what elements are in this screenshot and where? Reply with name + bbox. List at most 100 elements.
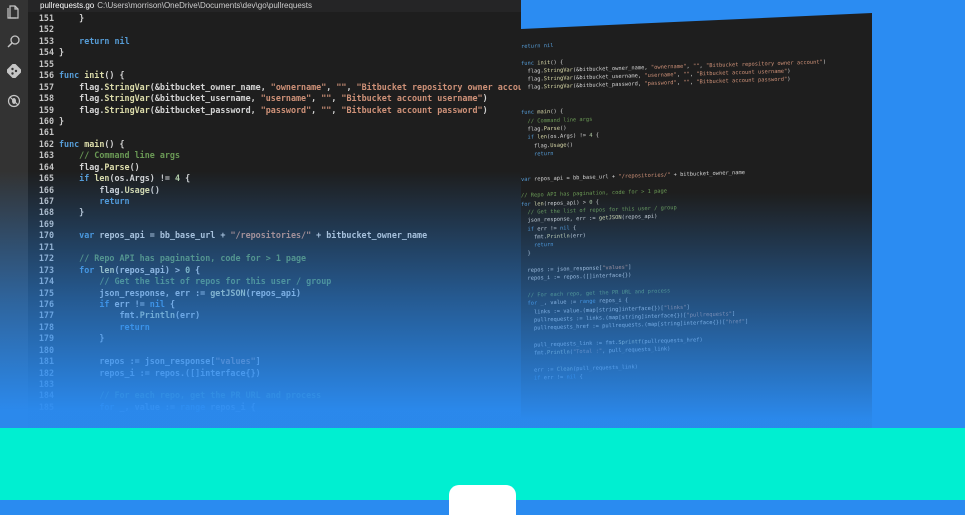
line-number: 171 [38,241,54,252]
code-line: 180 [28,345,521,356]
line-number: 176 [38,298,54,309]
line-text: for _, value := range repos_i { [99,401,256,412]
line-number: 166 [38,184,54,195]
code-line: 163 // Command line args [28,150,521,161]
code-line: 153 return nil [28,36,521,47]
line-number: 151 [38,13,54,23]
code-line: 161 [28,127,521,138]
search-icon[interactable] [6,33,22,49]
line-text: flag.StringVar(&bitbucket_password, "pas… [59,104,488,115]
line-text: if len(os.Args) != 4 { [79,173,191,184]
line-text: // Command line args [79,150,181,161]
line-number: 152 [38,24,54,35]
code-line: 179 } [28,333,521,344]
line-text: repos_i := repos.([]interface{}) [59,367,261,378]
line-text: flag.StringVar(&bitbucket_username, "use… [59,93,488,104]
code-line: 181 repos := json_response["values"] [28,356,521,367]
line-number: 167 [38,196,54,206]
line-text: func init() { [59,70,125,81]
line-text: fmt.Println(err) [59,310,201,321]
code-line: 164 flag.Parse() [28,162,521,173]
code-line: 169 [28,219,521,230]
code-line: 165 if len(os.Args) != 4 { [28,173,521,184]
code-line: 166 flag.Usage() [28,185,521,196]
line-number: 169 [38,218,54,229]
line-number: 165 [38,173,54,184]
line-text: return [99,196,130,206]
line-text: } [59,333,105,344]
line-text: flag.Usage() [59,184,160,195]
line-text: // Get the list of repos for this user /… [99,276,332,287]
files-icon[interactable] [6,4,22,20]
line-text: } [59,13,85,23]
secondary-editor-screenshot: return nil func init() { flag.StringVar(… [521,13,872,428]
line-number: 159 [38,104,54,115]
line-text: } [59,115,65,126]
editor-tab-title[interactable]: pullrequests.go C:\Users\morrison\OneDriv… [28,0,521,12]
code-block: 151 } 152 153 return nil 154} 155 156 func ini… [28,13,521,413]
code-editor: pullrequests.go C:\Users\morrison\OneDriv… [0,0,521,428]
line-number: 179 [38,333,54,344]
code-line: 151 } [28,13,521,24]
code-line: 162 func main() { [28,139,521,150]
line-number: 163 [38,150,54,161]
code-line: 182 repos_i := repos.([]interface{}) [28,368,521,379]
code-line: 152 [28,24,521,35]
line-number: 154 [38,47,54,58]
code-line: 160} [28,116,521,127]
code-line: 154} [28,47,521,58]
code-line: 158 flag.StringVar(&bitbucket_username, … [28,93,521,104]
line-text: } [59,207,85,218]
line-number: 182 [38,367,54,378]
code-line: 174 // Get the list of repos for this us… [28,276,521,287]
line-number: 168 [38,207,54,218]
source-control-icon[interactable] [6,63,22,79]
code-line: 183 [28,379,521,390]
line-number: 164 [38,161,54,172]
debug-icon[interactable] [6,93,22,109]
line-text: } [59,47,65,58]
white-tab-shape [449,485,516,515]
code-line: 171 [28,242,521,253]
line-text: func main() { [59,138,125,149]
line-text: if err != nil { [99,298,176,309]
line-text: flag.Parse() [59,161,140,172]
file-path: C:\Users\morrison\OneDrive\Documents\dev… [97,1,313,10]
line-number: 183 [38,379,54,389]
line-number: 162 [38,138,54,149]
code-line: 168 } [28,207,521,218]
activity-bar [0,0,28,428]
line-number: 157 [38,81,54,92]
line-text: var repos_api = bb_base_url + "/reposito… [79,230,428,241]
line-number: 155 [38,58,54,69]
code-line: 155 [28,59,521,70]
code-line: 156 func init() { [28,70,521,81]
code-line: 170 var repos_api = bb_base_url + "/repo… [28,230,521,241]
line-text: for len(repos_api) > 0 { [79,264,201,275]
line-text: json_response, err := getJSON(repos_api) [59,287,302,298]
code-line: 176 if err != nil { [28,299,521,310]
line-number: 185 [38,401,54,412]
code-line: 173 for len(repos_api) > 0 { [28,265,521,276]
line-number: 161 [38,127,54,138]
line-text: return nil [79,35,130,46]
line-text: repos := json_response["values"] [59,356,261,367]
line-number: 178 [38,321,54,332]
line-number: 158 [38,93,54,104]
code-line: 185 for _, value := range repos_i { [28,402,521,413]
line-number: 172 [38,253,54,264]
code-line: 157 flag.StringVar(&bitbucket_owner_name… [28,82,521,93]
line-number: 173 [38,264,54,275]
file-name: pullrequests.go [40,1,95,10]
code-line: 175 json_response, err := getJSON(repos_… [28,288,521,299]
line-number: 181 [38,356,54,367]
line-number: 156 [38,70,54,81]
line-text: // For each repo, get the PR URL and pro… [99,390,322,401]
line-number: 160 [38,115,54,126]
line-text: return [119,321,150,332]
code-line: 178 return [28,322,521,333]
line-text: // Repo API has pagination, code for > 1… [79,253,307,264]
secondary-code-block: return nil func init() { flag.StringVar(… [521,30,872,383]
code-line: 159 flag.StringVar(&bitbucket_password, … [28,105,521,116]
line-number: 184 [38,390,54,401]
